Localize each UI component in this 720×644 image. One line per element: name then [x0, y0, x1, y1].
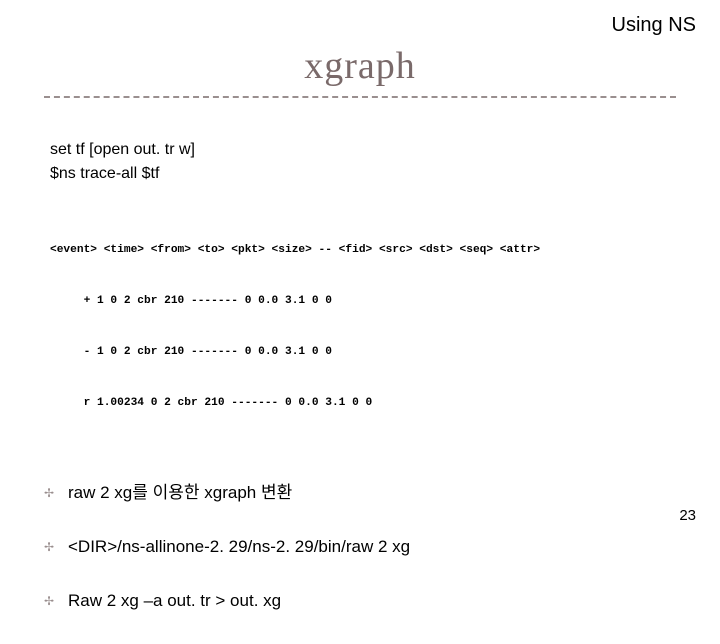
bullet-mark-icon: ✢	[44, 590, 68, 612]
bullet-text: Raw 2 xg –a out. tr > out. xg	[68, 590, 281, 612]
bullet-item: ✢ Raw 2 xg –a out. tr > out. xg	[50, 590, 670, 612]
bullet-item: ✢ raw 2 xg를 이용한 xgraph 변환	[50, 482, 670, 504]
command-line-2: $ns trace-all $tf	[50, 162, 670, 186]
bullet-mark-icon: ✢	[44, 536, 68, 558]
bullet-text: <DIR>/ns-allinone-2. 29/ns-2. 29/bin/raw…	[68, 536, 410, 558]
trace-row: + 1 0 2 cbr 210 ------- 0 0.0 3.1 0 0	[50, 293, 670, 310]
slide-title: xgraph	[0, 44, 720, 88]
bullet-list: ✢ raw 2 xg를 이용한 xgraph 변환 ✢ <DIR>/ns-all…	[50, 482, 670, 612]
command-line-1: set tf [open out. tr w]	[50, 138, 670, 162]
slide-body: set tf [open out. tr w] $ns trace-all $t…	[50, 138, 670, 644]
trace-header: <event> <time> <from> <to> <pkt> <size> …	[50, 242, 670, 259]
header-right: Using NS	[612, 14, 696, 37]
trace-row: - 1 0 2 cbr 210 ------- 0 0.0 3.1 0 0	[50, 344, 670, 361]
bullet-item: ✢ <DIR>/ns-allinone-2. 29/ns-2. 29/bin/r…	[50, 536, 670, 558]
page-number: 23	[679, 507, 696, 524]
trace-block: <event> <time> <from> <to> <pkt> <size> …	[50, 208, 670, 446]
title-divider	[44, 96, 676, 98]
bullet-text: raw 2 xg를 이용한 xgraph 변환	[68, 482, 292, 504]
bullet-mark-icon: ✢	[44, 482, 68, 504]
trace-row: r 1.00234 0 2 cbr 210 ------- 0 0.0 3.1 …	[50, 395, 670, 412]
